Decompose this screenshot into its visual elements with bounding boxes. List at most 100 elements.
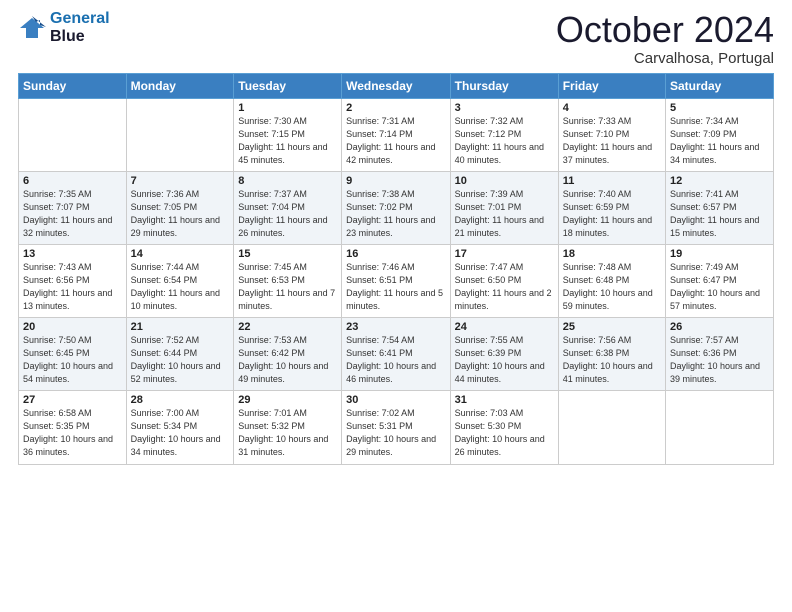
day-number: 23 (346, 321, 446, 333)
day-number: 26 (670, 321, 769, 333)
day-info: Sunrise: 7:45 AM Sunset: 6:53 PM Dayligh… (238, 261, 337, 313)
day-info: Sunrise: 7:46 AM Sunset: 6:51 PM Dayligh… (346, 261, 446, 313)
calendar-cell: 17Sunrise: 7:47 AM Sunset: 6:50 PM Dayli… (450, 244, 558, 317)
day-info: Sunrise: 7:33 AM Sunset: 7:10 PM Dayligh… (563, 115, 661, 167)
calendar-cell: 11Sunrise: 7:40 AM Sunset: 6:59 PM Dayli… (558, 171, 665, 244)
day-info: Sunrise: 7:35 AM Sunset: 7:07 PM Dayligh… (23, 188, 122, 240)
logo-icon (18, 14, 46, 42)
calendar-cell: 8Sunrise: 7:37 AM Sunset: 7:04 PM Daylig… (234, 171, 342, 244)
calendar-cell: 25Sunrise: 7:56 AM Sunset: 6:38 PM Dayli… (558, 318, 665, 391)
day-info: Sunrise: 7:48 AM Sunset: 6:48 PM Dayligh… (563, 261, 661, 313)
calendar-cell: 23Sunrise: 7:54 AM Sunset: 6:41 PM Dayli… (342, 318, 451, 391)
day-info: Sunrise: 7:39 AM Sunset: 7:01 PM Dayligh… (455, 188, 554, 240)
day-number: 4 (563, 102, 661, 114)
calendar-cell: 4Sunrise: 7:33 AM Sunset: 7:10 PM Daylig… (558, 98, 665, 171)
day-number: 29 (238, 394, 337, 406)
logo-text: General Blue (50, 10, 110, 47)
day-number: 13 (23, 248, 122, 260)
calendar-cell (126, 98, 234, 171)
day-info: Sunrise: 7:03 AM Sunset: 5:30 PM Dayligh… (455, 407, 554, 459)
day-info: Sunrise: 6:58 AM Sunset: 5:35 PM Dayligh… (23, 407, 122, 459)
day-info: Sunrise: 7:55 AM Sunset: 6:39 PM Dayligh… (455, 334, 554, 386)
day-number: 20 (23, 321, 122, 333)
calendar-cell: 2Sunrise: 7:31 AM Sunset: 7:14 PM Daylig… (342, 98, 451, 171)
col-header-friday: Friday (558, 73, 665, 98)
day-info: Sunrise: 7:53 AM Sunset: 6:42 PM Dayligh… (238, 334, 337, 386)
day-info: Sunrise: 7:57 AM Sunset: 6:36 PM Dayligh… (670, 334, 769, 386)
main-title: October 2024 (556, 10, 774, 50)
day-info: Sunrise: 7:49 AM Sunset: 6:47 PM Dayligh… (670, 261, 769, 313)
day-info: Sunrise: 7:36 AM Sunset: 7:05 PM Dayligh… (131, 188, 230, 240)
day-number: 30 (346, 394, 446, 406)
calendar-cell (19, 98, 127, 171)
day-number: 19 (670, 248, 769, 260)
day-number: 3 (455, 102, 554, 114)
day-number: 8 (238, 175, 337, 187)
day-number: 2 (346, 102, 446, 114)
calendar-cell: 26Sunrise: 7:57 AM Sunset: 6:36 PM Dayli… (666, 318, 774, 391)
calendar-cell: 12Sunrise: 7:41 AM Sunset: 6:57 PM Dayli… (666, 171, 774, 244)
calendar-week-row: 27Sunrise: 6:58 AM Sunset: 5:35 PM Dayli… (19, 391, 774, 464)
calendar-cell: 14Sunrise: 7:44 AM Sunset: 6:54 PM Dayli… (126, 244, 234, 317)
day-info: Sunrise: 7:37 AM Sunset: 7:04 PM Dayligh… (238, 188, 337, 240)
calendar-cell: 5Sunrise: 7:34 AM Sunset: 7:09 PM Daylig… (666, 98, 774, 171)
col-header-thursday: Thursday (450, 73, 558, 98)
day-info: Sunrise: 7:30 AM Sunset: 7:15 PM Dayligh… (238, 115, 337, 167)
calendar-cell (558, 391, 665, 464)
col-header-sunday: Sunday (19, 73, 127, 98)
col-header-monday: Monday (126, 73, 234, 98)
day-info: Sunrise: 7:38 AM Sunset: 7:02 PM Dayligh… (346, 188, 446, 240)
calendar-week-row: 20Sunrise: 7:50 AM Sunset: 6:45 PM Dayli… (19, 318, 774, 391)
day-number: 7 (131, 175, 230, 187)
day-number: 28 (131, 394, 230, 406)
day-number: 27 (23, 394, 122, 406)
col-header-tuesday: Tuesday (234, 73, 342, 98)
day-number: 16 (346, 248, 446, 260)
calendar-cell: 21Sunrise: 7:52 AM Sunset: 6:44 PM Dayli… (126, 318, 234, 391)
day-info: Sunrise: 7:00 AM Sunset: 5:34 PM Dayligh… (131, 407, 230, 459)
calendar-cell: 10Sunrise: 7:39 AM Sunset: 7:01 PM Dayli… (450, 171, 558, 244)
calendar-cell: 28Sunrise: 7:00 AM Sunset: 5:34 PM Dayli… (126, 391, 234, 464)
day-number: 24 (455, 321, 554, 333)
day-number: 31 (455, 394, 554, 406)
calendar-week-row: 13Sunrise: 7:43 AM Sunset: 6:56 PM Dayli… (19, 244, 774, 317)
day-info: Sunrise: 7:01 AM Sunset: 5:32 PM Dayligh… (238, 407, 337, 459)
calendar-cell: 29Sunrise: 7:01 AM Sunset: 5:32 PM Dayli… (234, 391, 342, 464)
day-number: 12 (670, 175, 769, 187)
day-number: 18 (563, 248, 661, 260)
day-info: Sunrise: 7:44 AM Sunset: 6:54 PM Dayligh… (131, 261, 230, 313)
day-info: Sunrise: 7:02 AM Sunset: 5:31 PM Dayligh… (346, 407, 446, 459)
day-number: 14 (131, 248, 230, 260)
calendar-header-row: SundayMondayTuesdayWednesdayThursdayFrid… (19, 73, 774, 98)
day-number: 5 (670, 102, 769, 114)
day-number: 11 (563, 175, 661, 187)
day-info: Sunrise: 7:43 AM Sunset: 6:56 PM Dayligh… (23, 261, 122, 313)
day-info: Sunrise: 7:41 AM Sunset: 6:57 PM Dayligh… (670, 188, 769, 240)
calendar-cell: 20Sunrise: 7:50 AM Sunset: 6:45 PM Dayli… (19, 318, 127, 391)
calendar-cell: 1Sunrise: 7:30 AM Sunset: 7:15 PM Daylig… (234, 98, 342, 171)
title-block: October 2024 Carvalhosa, Portugal (556, 10, 774, 67)
day-number: 10 (455, 175, 554, 187)
calendar-cell: 7Sunrise: 7:36 AM Sunset: 7:05 PM Daylig… (126, 171, 234, 244)
calendar-cell: 13Sunrise: 7:43 AM Sunset: 6:56 PM Dayli… (19, 244, 127, 317)
calendar-cell: 19Sunrise: 7:49 AM Sunset: 6:47 PM Dayli… (666, 244, 774, 317)
calendar-week-row: 1Sunrise: 7:30 AM Sunset: 7:15 PM Daylig… (19, 98, 774, 171)
calendar-cell: 22Sunrise: 7:53 AM Sunset: 6:42 PM Dayli… (234, 318, 342, 391)
day-info: Sunrise: 7:40 AM Sunset: 6:59 PM Dayligh… (563, 188, 661, 240)
calendar-cell: 3Sunrise: 7:32 AM Sunset: 7:12 PM Daylig… (450, 98, 558, 171)
calendar-cell: 31Sunrise: 7:03 AM Sunset: 5:30 PM Dayli… (450, 391, 558, 464)
day-number: 25 (563, 321, 661, 333)
day-number: 17 (455, 248, 554, 260)
calendar-cell: 15Sunrise: 7:45 AM Sunset: 6:53 PM Dayli… (234, 244, 342, 317)
col-header-saturday: Saturday (666, 73, 774, 98)
day-info: Sunrise: 7:34 AM Sunset: 7:09 PM Dayligh… (670, 115, 769, 167)
day-info: Sunrise: 7:52 AM Sunset: 6:44 PM Dayligh… (131, 334, 230, 386)
calendar-week-row: 6Sunrise: 7:35 AM Sunset: 7:07 PM Daylig… (19, 171, 774, 244)
calendar-cell: 27Sunrise: 6:58 AM Sunset: 5:35 PM Dayli… (19, 391, 127, 464)
page: General Blue October 2024 Carvalhosa, Po… (0, 0, 792, 612)
calendar-table: SundayMondayTuesdayWednesdayThursdayFrid… (18, 73, 774, 465)
day-number: 21 (131, 321, 230, 333)
day-info: Sunrise: 7:47 AM Sunset: 6:50 PM Dayligh… (455, 261, 554, 313)
header: General Blue October 2024 Carvalhosa, Po… (18, 10, 774, 67)
logo: General Blue (18, 10, 110, 47)
